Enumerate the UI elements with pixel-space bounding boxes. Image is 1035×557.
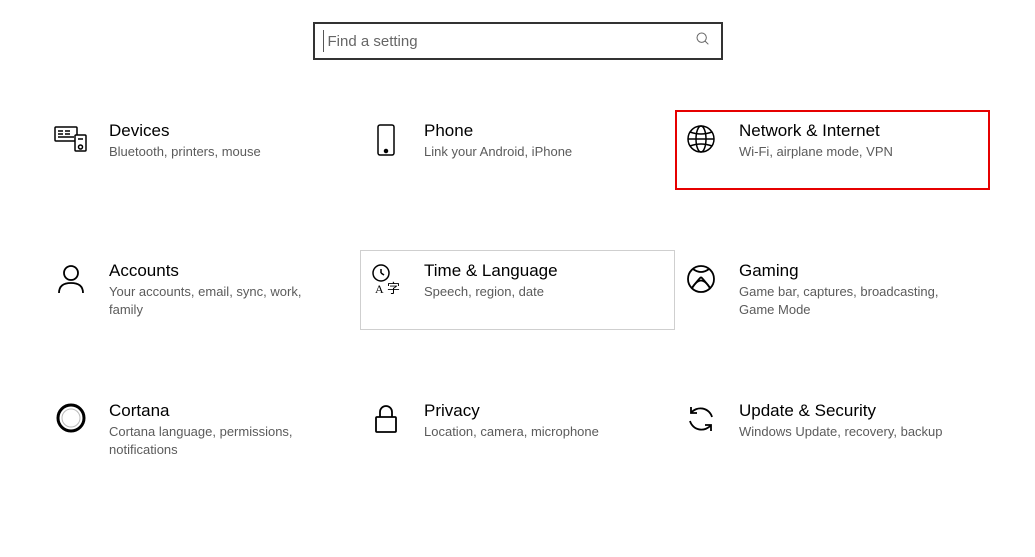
tile-desc: Windows Update, recovery, backup [739, 423, 949, 441]
tile-cortana[interactable]: Cortana Cortana language, permissions, n… [45, 390, 360, 470]
tile-desc: Bluetooth, printers, mouse [109, 143, 319, 161]
tile-title: Gaming [739, 261, 949, 281]
tile-desc: Game bar, captures, broadcasting, Game M… [739, 283, 949, 318]
tile-title: Devices [109, 121, 319, 141]
tile-accounts[interactable]: Accounts Your accounts, email, sync, wor… [45, 250, 360, 330]
lock-icon [366, 401, 406, 435]
tile-privacy[interactable]: Privacy Location, camera, microphone [360, 390, 675, 470]
tile-title: Time & Language [424, 261, 634, 281]
tile-desc: Your accounts, email, sync, work, family [109, 283, 319, 318]
tile-title: Privacy [424, 401, 634, 421]
phone-icon [366, 121, 406, 157]
cortana-icon [51, 401, 91, 433]
tile-title: Update & Security [739, 401, 949, 421]
person-icon [51, 261, 91, 295]
search-icon [695, 31, 711, 52]
sync-icon [681, 401, 721, 435]
tile-network[interactable]: Network & Internet Wi-Fi, airplane mode,… [675, 110, 990, 190]
tile-gaming[interactable]: Gaming Game bar, captures, broadcasting,… [675, 250, 990, 330]
tile-desc: Location, camera, microphone [424, 423, 634, 441]
search-box[interactable] [313, 22, 723, 60]
tile-desc: Wi-Fi, airplane mode, VPN [739, 143, 949, 161]
tile-desc: Speech, region, date [424, 283, 634, 301]
svg-text:A: A [375, 282, 384, 296]
search-container [0, 0, 1035, 110]
search-input[interactable] [326, 32, 695, 51]
svg-text:字: 字 [387, 281, 400, 296]
tile-devices[interactable]: Devices Bluetooth, printers, mouse [45, 110, 360, 190]
tile-desc: Link your Android, iPhone [424, 143, 634, 161]
tile-time-language[interactable]: A 字 Time & Language Speech, region, date [360, 250, 675, 330]
settings-grid: Devices Bluetooth, printers, mouse Phone… [0, 110, 1035, 470]
tile-title: Network & Internet [739, 121, 949, 141]
tile-title: Accounts [109, 261, 319, 281]
tile-desc: Cortana language, permissions, notificat… [109, 423, 319, 458]
tile-phone[interactable]: Phone Link your Android, iPhone [360, 110, 675, 190]
time-language-icon: A 字 [366, 261, 406, 297]
tile-update-security[interactable]: Update & Security Windows Update, recove… [675, 390, 990, 470]
tile-title: Phone [424, 121, 634, 141]
text-cursor [323, 30, 324, 52]
tile-title: Cortana [109, 401, 319, 421]
devices-icon [51, 121, 91, 155]
globe-icon [681, 121, 721, 155]
xbox-icon [681, 261, 721, 295]
